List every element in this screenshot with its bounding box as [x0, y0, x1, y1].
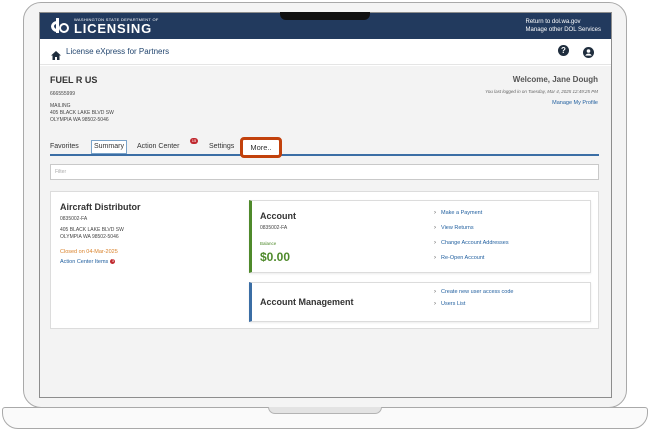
management-links: › Create new user access code › Users List [434, 288, 513, 312]
balance-value: $0.00 [260, 250, 291, 264]
logo-mark-icon [50, 17, 70, 35]
license-id: 0835002-FA [60, 216, 88, 222]
address-line: MAILING [50, 103, 71, 109]
link-label[interactable]: Create new user access code [441, 289, 513, 295]
link-label[interactable]: Re-Open Account [441, 255, 484, 261]
action-items-badge: 3 [110, 259, 116, 264]
chevron-right-icon: › [434, 255, 436, 261]
users-list-link[interactable]: › Users List [434, 300, 513, 312]
license-title: Aircraft Distributor [60, 202, 141, 212]
address-line: OLYMPIA WA 98502-5046 [60, 234, 119, 240]
make-payment-link[interactable]: › Make a Payment [434, 209, 509, 224]
account-address: MAILING 405 BLACK LAKE BLVD SW OLYMPIA W… [50, 103, 114, 124]
view-returns-link[interactable]: › View Returns [434, 224, 509, 239]
create-access-code-link[interactable]: › Create new user access code [434, 288, 513, 300]
app-bar: License eXpress for Partners ? [40, 39, 611, 65]
chevron-right-icon: › [434, 289, 436, 295]
tab-bar: Favorites Summary Action Center 15 Setti… [50, 138, 599, 154]
return-link[interactable]: Return to dol.wa.gov [526, 18, 601, 26]
link-label[interactable]: Users List [441, 301, 465, 307]
tab-settings[interactable]: Settings [209, 140, 234, 154]
laptop-stage: WASHINGTON STATE DEPARTMENT OF LICENSING… [0, 0, 650, 439]
chevron-right-icon: › [434, 210, 436, 216]
link-label[interactable]: View Returns [441, 225, 474, 231]
tab-underline [50, 154, 599, 156]
logo-big-text: LICENSING [74, 20, 152, 36]
chevron-right-icon: › [434, 240, 436, 246]
tab-more[interactable]: More.. [240, 137, 282, 158]
address-line: 405 BLACK LAKE BLVD SW [50, 110, 114, 116]
address-line: 405 BLACK LAKE BLVD SW [60, 227, 124, 233]
welcome-text: Welcome, Jane Dough [512, 75, 598, 84]
account-management-title: Account Management [260, 297, 354, 307]
license-status: Closed on 04-Mar-2025 [60, 249, 118, 255]
laptop-base-groove [268, 407, 382, 414]
last-login-text: You last logged in on Tuesday, Mar 4, 20… [485, 89, 598, 94]
manage-services-link[interactable]: Manage other DOL Services [526, 26, 601, 34]
camera-notch [280, 12, 370, 20]
address-line: OLYMPIA WA 98502-5046 [50, 117, 109, 123]
user-icon[interactable] [583, 45, 594, 63]
dol-logo[interactable]: WASHINGTON STATE DEPARTMENT OF LICENSING [50, 17, 159, 35]
browser-screen: WASHINGTON STATE DEPARTMENT OF LICENSING… [39, 12, 612, 398]
account-box-id: 0835002-FA [260, 225, 288, 231]
tab-action-center[interactable]: Action Center [137, 140, 179, 154]
chevron-right-icon: › [434, 301, 436, 307]
filter-input[interactable]: Filter [50, 164, 599, 180]
license-address: 405 BLACK LAKE BLVD SW OLYMPIA WA 98502-… [60, 227, 124, 241]
banner-links: Return to dol.wa.gov Manage other DOL Se… [526, 18, 601, 34]
home-icon[interactable] [51, 47, 61, 65]
link-label[interactable]: Make a Payment [441, 210, 482, 216]
license-card: Aircraft Distributor 0835002-FA 405 BLAC… [50, 191, 599, 329]
action-center-items-label[interactable]: Action Center Items [60, 259, 108, 265]
balance-label: Balance [260, 241, 277, 246]
app-title[interactable]: License eXpress for Partners [66, 47, 169, 56]
link-label[interactable]: Change Account Addresses [441, 240, 509, 246]
action-center-badge: 15 [190, 138, 198, 144]
account-id: 666555999 [50, 91, 76, 97]
account-box-title: Account [260, 211, 296, 221]
manage-profile-link[interactable]: Manage My Profile [552, 100, 598, 106]
account-box: Account 0835002-FA Balance $0.00 › Make a… [249, 200, 591, 273]
tab-favorites[interactable]: Favorites [50, 140, 79, 154]
tab-summary[interactable]: Summary [91, 140, 127, 154]
reopen-account-link[interactable]: › Re-Open Account [434, 254, 509, 269]
account-management-box: Account Management › Create new user acce… [249, 282, 591, 322]
chevron-right-icon: › [434, 225, 436, 231]
help-icon[interactable]: ? [558, 45, 569, 56]
action-center-items-link[interactable]: Action Center Items 3 [60, 259, 116, 265]
account-links: › Make a Payment › View Returns › Change Ac… [434, 209, 509, 269]
change-addresses-link[interactable]: › Change Account Addresses [434, 239, 509, 254]
account-name: FUEL R US [50, 75, 98, 85]
